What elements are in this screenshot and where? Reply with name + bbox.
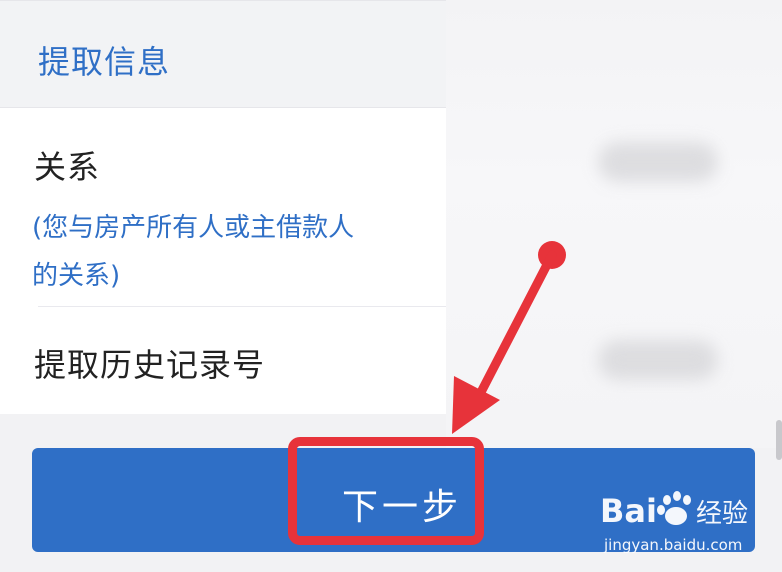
history-value-blurred [598,340,718,380]
section-header: 提取信息 [0,0,446,108]
relation-hint: (您与房产所有人或主借款人的关系) [32,213,355,291]
baidu-jingyan-watermark: Bai 经验 jingyan.baidu.com [598,486,768,558]
history-record-row[interactable]: 提取历史记录号 [0,306,446,414]
watermark-url: jingyan.baidu.com [604,536,743,554]
history-record-label: 提取历史记录号 [34,346,266,384]
form-card: 关系 (您与房产所有人或主借款人的关系) 提取历史记录号 [0,108,446,414]
relation-value-blurred [598,142,718,182]
svg-text:Bai: Bai [600,492,657,530]
value-column [446,0,782,448]
section-title: 提取信息 [38,43,171,81]
baidu-jingyan-logo: Bai 经验 [600,491,748,530]
scrollbar[interactable] [776,420,782,460]
relation-label: 关系 [34,148,101,186]
annotation-highlight-box [288,437,484,545]
svg-text:经验: 经验 [696,499,748,529]
relation-row[interactable]: 关系 (您与房产所有人或主借款人的关系) [0,108,446,306]
